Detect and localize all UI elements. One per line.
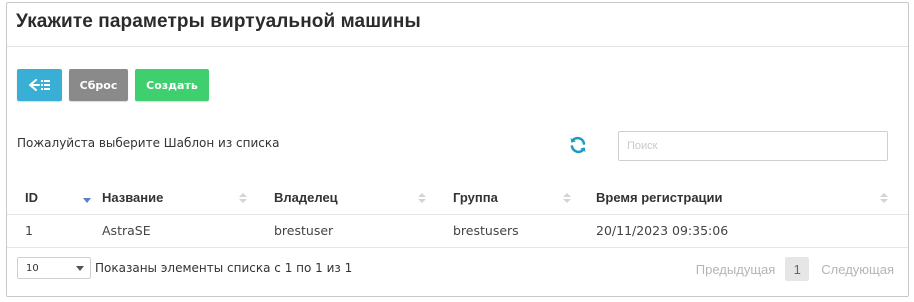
- cell-registered: 20/11/2023 09:35:06: [581, 214, 908, 248]
- table-footer: 10 Показаны элементы списка с 1 по 1 из …: [7, 257, 908, 287]
- templates-table: ID Название Владелец Группа Время регист…: [7, 181, 908, 248]
- column-header-group[interactable]: Группа: [436, 181, 581, 215]
- cell-group: brestusers: [436, 214, 581, 248]
- create-button[interactable]: Создать: [135, 69, 209, 101]
- panel-header: Укажите параметры виртуальной машины: [7, 3, 908, 47]
- vm-params-panel: Укажите параметры виртуальной машины Сбр…: [6, 2, 909, 297]
- sort-both-icon: [880, 193, 888, 203]
- cell-owner: brestuser: [257, 214, 436, 248]
- sort-both-icon: [563, 193, 571, 203]
- cell-id: 1: [7, 214, 85, 248]
- pagination: Предыдущая 1 Следующая: [696, 257, 894, 281]
- sort-both-icon: [418, 193, 426, 203]
- table-row[interactable]: 1 AstraSE brestuser brestusers 20/11/202…: [7, 214, 908, 248]
- column-header-name[interactable]: Название: [85, 181, 257, 215]
- search-input[interactable]: [618, 131, 888, 161]
- next-page-button[interactable]: Следующая: [821, 262, 894, 277]
- table-header-row: ID Название Владелец Группа Время регист…: [7, 181, 908, 215]
- reset-button[interactable]: Сброс: [69, 69, 128, 101]
- column-header-registered[interactable]: Время регистрации: [581, 181, 908, 215]
- refresh-icon[interactable]: [569, 136, 587, 154]
- page-size-select[interactable]: 10: [17, 257, 91, 279]
- chevron-down-icon: [76, 266, 84, 271]
- template-hint: Пожалуйста выберите Шаблон из списка: [17, 136, 280, 150]
- prev-page-button[interactable]: Предыдущая: [696, 262, 776, 277]
- column-header-id[interactable]: ID: [7, 181, 91, 215]
- column-header-owner[interactable]: Владелец: [257, 181, 436, 215]
- page-title: Укажите параметры виртуальной машины: [16, 11, 421, 32]
- arrow-left-list-icon: [28, 79, 51, 91]
- cell-name: AstraSE: [85, 214, 257, 248]
- table-info: Показаны элементы списка с 1 по 1 из 1: [95, 261, 353, 275]
- page-1-button[interactable]: 1: [785, 257, 810, 281]
- sort-both-icon: [239, 193, 247, 203]
- back-button[interactable]: [17, 69, 62, 101]
